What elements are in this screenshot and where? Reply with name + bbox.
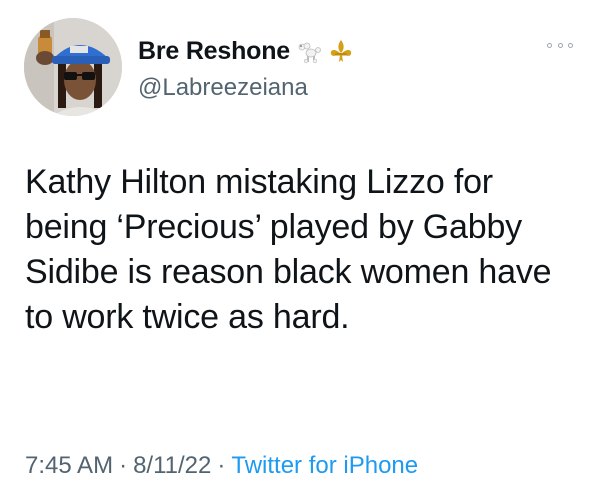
tweet-date[interactable]: 8/11/22 bbox=[133, 452, 211, 479]
author-handle[interactable]: @Labreezeiana bbox=[138, 74, 308, 102]
dot-icon bbox=[547, 42, 552, 48]
dot-icon bbox=[568, 42, 573, 48]
poodle-icon bbox=[296, 38, 322, 64]
more-options-icon[interactable] bbox=[547, 40, 573, 50]
avatar[interactable] bbox=[24, 18, 122, 116]
dot-icon bbox=[557, 42, 563, 48]
tweet-time[interactable]: 7:45 AM bbox=[25, 452, 113, 479]
tweet-source-link[interactable]: Twitter for iPhone bbox=[231, 452, 418, 479]
fleur-de-lis-icon bbox=[328, 38, 354, 64]
display-name[interactable]: Bre Reshone bbox=[138, 37, 290, 66]
author-name-row[interactable]: Bre Reshone bbox=[138, 36, 354, 66]
tweet-text: Kathy Hilton mistaking Lizzo for being ‘… bbox=[25, 163, 552, 336]
tweet-metadata: 7:45 AM · 8/11/22 · Twitter for iPhone bbox=[25, 452, 418, 480]
separator: · bbox=[217, 452, 226, 479]
avatar-photo bbox=[24, 18, 122, 116]
tweet-card: Bre Reshone @Labreezeiana Kathy Hilton m… bbox=[0, 0, 595, 498]
separator: · bbox=[119, 452, 128, 479]
